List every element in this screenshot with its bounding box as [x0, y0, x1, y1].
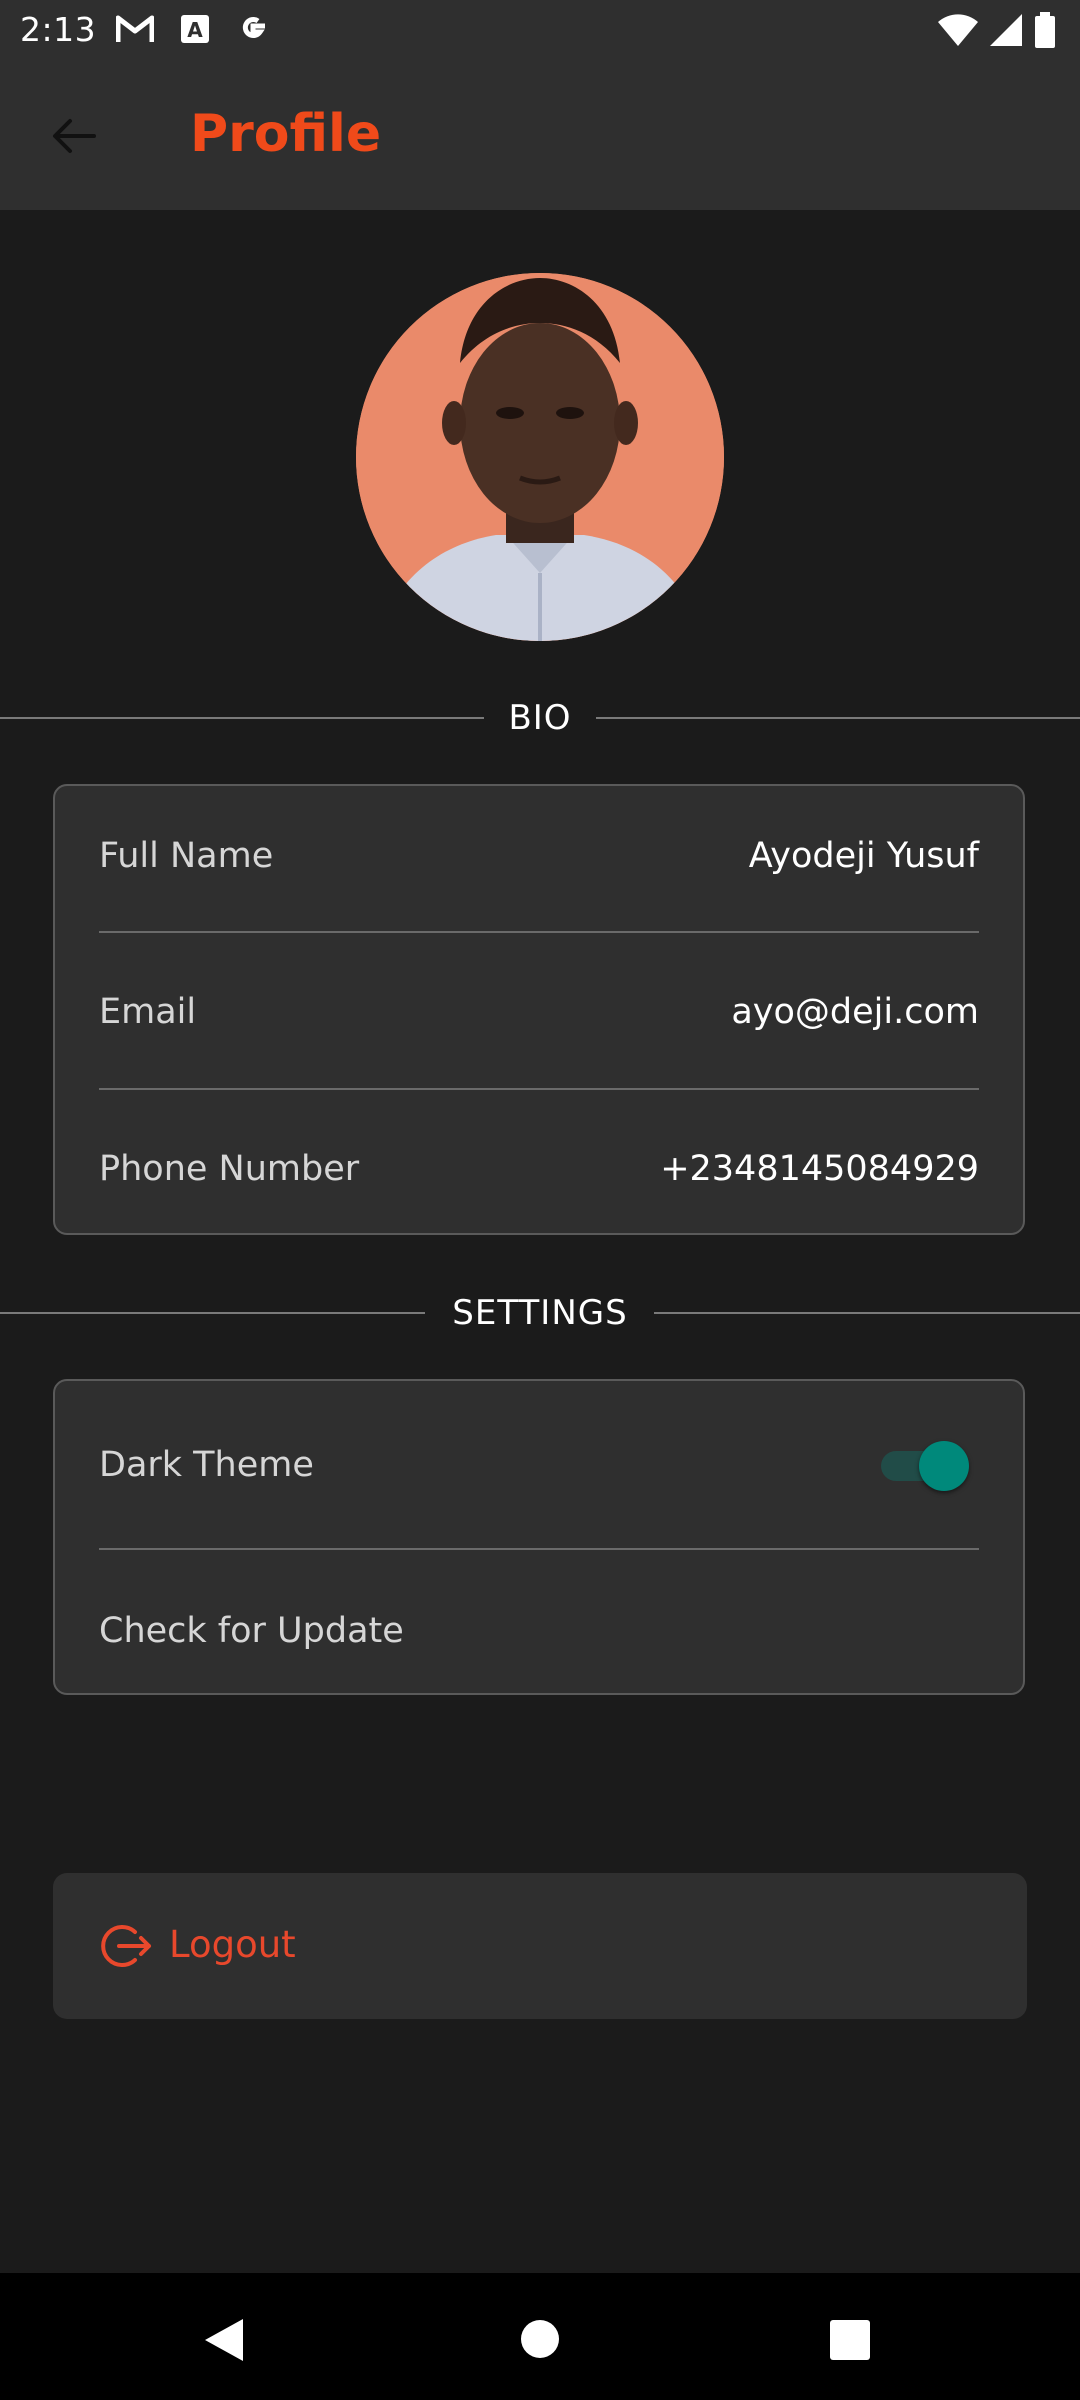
arrow-left-icon [53, 119, 96, 153]
check-update-label: Check for Update [99, 1611, 404, 1651]
toggle-thumb [919, 1441, 969, 1491]
row-divider [99, 1548, 979, 1550]
google-icon [236, 12, 270, 50]
row-divider [99, 931, 979, 933]
battery-icon [1034, 12, 1056, 52]
home-circle-icon[interactable] [520, 2319, 560, 2359]
settings-section-divider: SETTINGS [0, 1283, 1080, 1343]
system-navigation-bar [0, 2273, 1080, 2400]
status-time: 2:13 [20, 10, 97, 49]
divider-line-right [596, 717, 1080, 719]
email-value: ayo@deji.com [731, 992, 979, 1032]
dark-theme-toggle[interactable] [881, 1437, 971, 1493]
gmail-icon [115, 14, 155, 48]
phone-row: Phone Number +2348145084929 [99, 1141, 979, 1201]
email-row: Email ayo@deji.com [99, 984, 979, 1044]
dark-theme-row[interactable]: Dark Theme [99, 1437, 979, 1497]
full-name-row: Full Name Ayodeji Yusuf [99, 828, 979, 888]
row-divider [99, 1088, 979, 1090]
back-triangle-icon[interactable] [203, 2317, 245, 2363]
app-bar: Profile [0, 62, 1080, 210]
logout-button[interactable]: Logout [53, 1873, 1027, 2019]
page-title: Profile [190, 104, 382, 164]
profile-photo [356, 273, 724, 641]
full-name-label: Full Name [99, 836, 274, 876]
recents-square-icon[interactable] [830, 2320, 870, 2360]
check-update-row[interactable]: Check for Update [99, 1603, 979, 1663]
svg-text:A: A [187, 18, 203, 42]
email-label: Email [99, 992, 197, 1032]
status-bar: 2:13 A [0, 0, 1080, 62]
avatar[interactable] [356, 273, 724, 641]
full-name-value: Ayodeji Yusuf [748, 836, 979, 876]
signal-icon [990, 13, 1022, 51]
logout-label: Logout [169, 1923, 296, 1966]
status-system-icons [938, 12, 1056, 52]
wifi-icon [938, 13, 978, 51]
logout-icon [101, 1925, 151, 1967]
phone-label: Phone Number [99, 1149, 360, 1189]
settings-card: Dark Theme Check for Update [53, 1379, 1025, 1695]
divider-line-right [654, 1312, 1080, 1314]
back-button[interactable] [40, 102, 108, 170]
bio-card: Full Name Ayodeji Yusuf Email ayo@deji.c… [53, 784, 1025, 1235]
keyboard-a-icon: A [180, 14, 210, 48]
phone-value: +2348145084929 [660, 1149, 979, 1189]
dark-theme-label: Dark Theme [99, 1445, 314, 1485]
bio-section-divider: BIO [0, 688, 1080, 748]
status-notification-icons: A [115, 12, 270, 50]
